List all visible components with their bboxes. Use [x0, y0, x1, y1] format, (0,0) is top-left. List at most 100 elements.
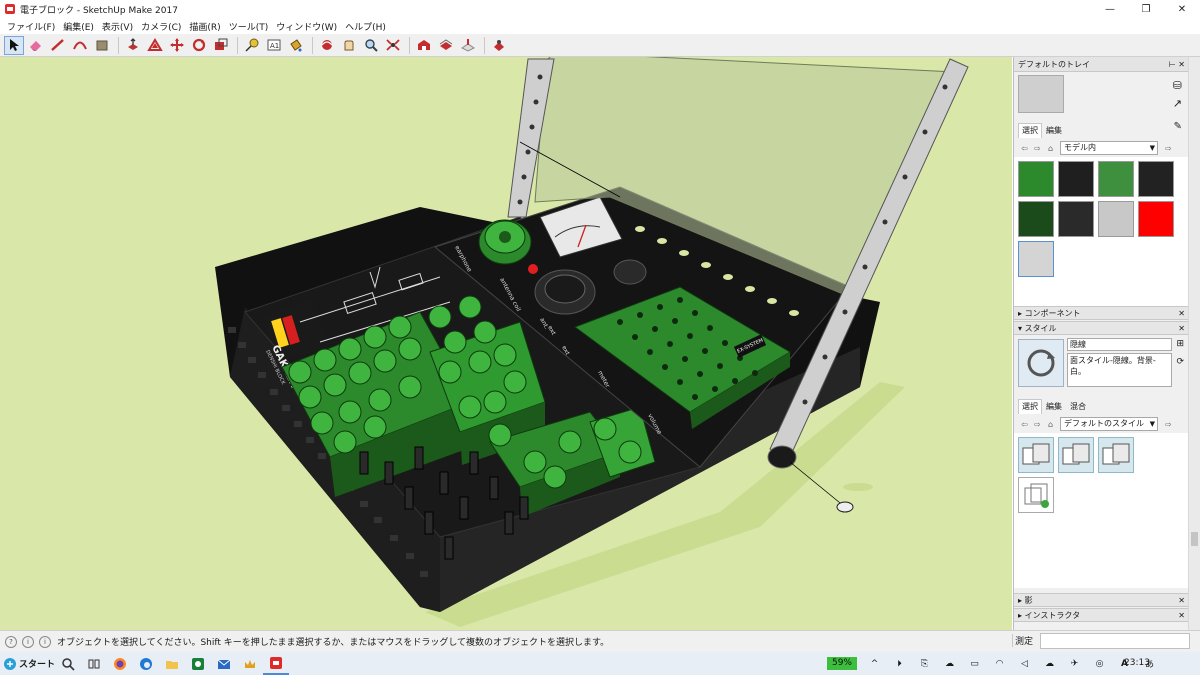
shadows-section-header[interactable]: ▸ 影 ✕ — [1014, 593, 1189, 607]
style-thumbnail[interactable] — [1058, 437, 1094, 473]
material-swatch[interactable] — [1098, 201, 1134, 237]
material-swatch[interactable] — [1018, 241, 1054, 277]
menu-view[interactable]: 表示(V) — [98, 20, 137, 33]
orbit-tool-icon[interactable] — [317, 36, 337, 55]
edge-icon[interactable] — [133, 652, 159, 675]
usb-icon[interactable]: ⎘ — [912, 652, 937, 675]
close-section-icon[interactable]: ✕ — [1178, 594, 1185, 607]
paint-tool-icon[interactable] — [286, 36, 306, 55]
material-swatch[interactable] — [1138, 161, 1174, 197]
file-explorer-icon[interactable] — [159, 652, 185, 675]
home-icon[interactable]: ⌂ — [1044, 420, 1057, 429]
pan-tool-icon[interactable] — [339, 36, 359, 55]
mail-icon[interactable] — [211, 652, 237, 675]
menu-window[interactable]: ウィンドウ(W) — [272, 20, 341, 33]
warehouse-tool-icon[interactable] — [414, 36, 434, 55]
tab-styles-select[interactable]: 選択 — [1018, 399, 1042, 414]
credits-icon[interactable]: i — [39, 635, 51, 648]
instructor-section-header[interactable]: ▸ インストラクタ ✕ — [1014, 608, 1189, 622]
style-name-field[interactable]: 隠線 — [1067, 338, 1172, 351]
style-thumbnail[interactable] — [1098, 437, 1134, 473]
back-icon[interactable]: ⇦ — [1018, 144, 1031, 153]
pushpull-tool-icon[interactable] — [123, 36, 143, 55]
minimize-button[interactable]: — — [1092, 0, 1128, 18]
menu-camera[interactable]: カメラ(C) — [137, 20, 185, 33]
forward-icon[interactable]: ⇨ — [1031, 144, 1044, 153]
cloud-icon[interactable]: ☁ — [1037, 652, 1062, 675]
create-style-icon[interactable]: ⊞ — [1176, 339, 1184, 349]
menu-draw[interactable]: 描画(R) — [185, 20, 224, 33]
tray-scrollbar[interactable] — [1188, 57, 1200, 630]
styles-section-header[interactable]: ▾ スタイル ✕ — [1014, 321, 1189, 335]
home-icon[interactable]: ⌂ — [1044, 144, 1057, 153]
wifi-icon[interactable]: ◠ — [987, 652, 1012, 675]
app-tray-icon[interactable]: ◎ — [1087, 652, 1112, 675]
extension-manager-tool-icon[interactable] — [489, 36, 509, 55]
zoom-tool-icon[interactable] — [361, 36, 381, 55]
onedrive-icon[interactable]: ☁ — [937, 652, 962, 675]
clock[interactable]: 23:13 — [1124, 658, 1150, 668]
arc-tool-icon[interactable] — [70, 36, 90, 55]
menu-help[interactable]: ヘルプ(H) — [341, 20, 390, 33]
back-icon[interactable]: ⇦ — [1018, 420, 1031, 429]
material-swatch[interactable] — [1058, 161, 1094, 197]
maximize-button[interactable]: ❐ — [1128, 0, 1164, 18]
tab-materials-edit[interactable]: 編集 — [1042, 123, 1066, 138]
select-tool-icon[interactable] — [4, 35, 24, 55]
media-icon[interactable]: ⏵ — [887, 652, 912, 675]
network-icon[interactable]: ✈ — [1062, 652, 1087, 675]
style-thumbnail[interactable] — [1018, 437, 1054, 473]
pin-icon[interactable]: ⊢ ✕ — [1169, 57, 1185, 72]
offset-tool-icon[interactable] — [145, 36, 165, 55]
material-swatch[interactable] — [1018, 201, 1054, 237]
model-viewport[interactable]: GAKKEN DENSHI BLOCK — [0, 57, 1012, 630]
text-tool-icon[interactable]: A1 — [264, 36, 284, 55]
firefox-icon[interactable] — [107, 652, 133, 675]
eraser-tool-icon[interactable] — [26, 36, 46, 55]
show-hidden-icons-icon[interactable]: ^ — [862, 652, 887, 675]
material-swatch[interactable] — [1058, 201, 1094, 237]
sample-paint-icon[interactable]: ↗ — [1173, 97, 1182, 110]
tab-styles-mix[interactable]: 混合 — [1066, 399, 1090, 414]
battery-icon[interactable]: ▭ — [962, 652, 987, 675]
scrollbar-thumb[interactable] — [1191, 532, 1198, 546]
components-section-header[interactable]: ▸ コンポーネント ✕ — [1014, 306, 1189, 320]
close-section-icon[interactable]: ✕ — [1178, 609, 1185, 622]
materials-collection-dropdown[interactable]: モデル内 ▼ — [1060, 141, 1158, 155]
style-thumbnail[interactable] — [1018, 477, 1054, 513]
details-arrow-icon[interactable]: ⇨ — [1162, 144, 1175, 153]
tape-measure-tool-icon[interactable] — [242, 36, 262, 55]
menu-tools[interactable]: ツール(T) — [225, 20, 273, 33]
style-description-field[interactable]: 面スタイル-隠線。背景-白。 — [1067, 353, 1172, 387]
move-tool-icon[interactable] — [167, 36, 187, 55]
shape-tool-icon[interactable] — [92, 36, 112, 55]
extension-tool-icon[interactable] — [436, 36, 456, 55]
line-tool-icon[interactable] — [48, 36, 68, 55]
forward-icon[interactable]: ⇨ — [1031, 420, 1044, 429]
close-section-icon[interactable]: ✕ — [1178, 322, 1185, 335]
zoom-extents-tool-icon[interactable] — [383, 36, 403, 55]
start-button[interactable]: スタート — [0, 652, 55, 675]
eyedropper-icon[interactable]: ✎ — [1174, 121, 1182, 132]
tab-materials-select[interactable]: 選択 — [1018, 123, 1042, 138]
search-icon[interactable] — [55, 652, 81, 675]
material-swatch[interactable] — [1098, 161, 1134, 197]
styles-collection-dropdown[interactable]: デフォルトのスタイル ▼ — [1060, 417, 1158, 431]
tab-styles-edit[interactable]: 編集 — [1042, 399, 1066, 414]
help-icon[interactable]: ? — [5, 635, 17, 648]
volume-icon[interactable]: ◁ — [1012, 652, 1037, 675]
app-icon-crown[interactable] — [237, 652, 263, 675]
sketchup-taskbar-icon[interactable] — [263, 652, 290, 675]
measurements-input[interactable] — [1040, 633, 1190, 649]
scale-tool-icon[interactable] — [211, 36, 231, 55]
close-button[interactable]: ✕ — [1164, 0, 1200, 18]
close-section-icon[interactable]: ✕ — [1178, 307, 1185, 320]
geo-info-icon[interactable]: i — [22, 635, 34, 648]
material-swatch[interactable] — [1018, 161, 1054, 197]
battery-percentage[interactable]: 59% — [827, 657, 857, 670]
details-arrow-icon[interactable]: ⇨ — [1162, 420, 1175, 429]
share-model-tool-icon[interactable] — [458, 36, 478, 55]
menu-file[interactable]: ファイル(F) — [3, 20, 59, 33]
app-icon-green[interactable] — [185, 652, 211, 675]
menu-edit[interactable]: 編集(E) — [59, 20, 98, 33]
